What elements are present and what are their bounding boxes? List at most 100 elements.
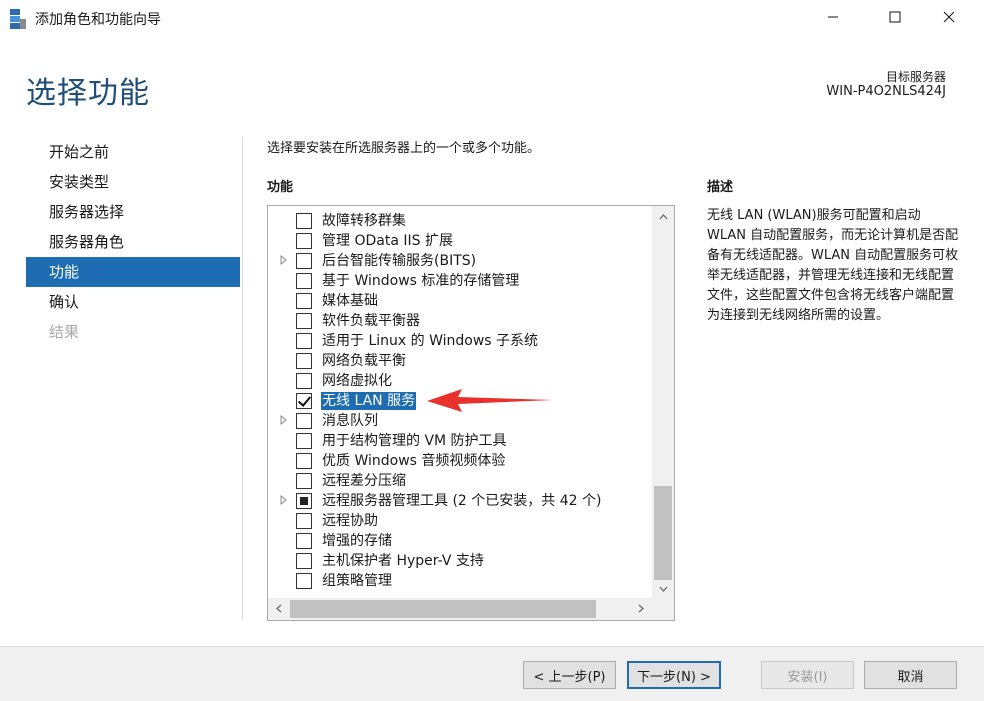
feature-label: 主机保护者 Hyper-V 支持 bbox=[322, 553, 484, 569]
description-text: 无线 LAN (WLAN)服务可配置和启动 WLAN 自动配置服务，而无论计算机… bbox=[707, 208, 959, 323]
feature-checkbox[interactable] bbox=[296, 413, 312, 429]
feature-checkbox[interactable] bbox=[296, 393, 312, 409]
nav-item-features[interactable]: 功能 bbox=[26, 257, 240, 287]
vertical-scroll-thumb[interactable] bbox=[654, 486, 672, 580]
horizontal-scrollbar[interactable] bbox=[268, 598, 674, 620]
feature-checkbox[interactable] bbox=[296, 473, 312, 489]
feature-checkbox[interactable] bbox=[296, 213, 312, 229]
feature-row[interactable]: 后台智能传输服务(BITS) bbox=[268, 251, 652, 271]
window-title: 添加角色和功能向导 bbox=[35, 12, 161, 28]
feature-row[interactable]: 适用于 Linux 的 Windows 子系统 bbox=[268, 331, 652, 351]
feature-checkbox[interactable] bbox=[296, 253, 312, 269]
feature-label: 组策略管理 bbox=[322, 573, 392, 589]
chevron-down-icon bbox=[659, 580, 668, 596]
feature-row[interactable]: 无线 LAN 服务 bbox=[268, 391, 652, 411]
expand-triangle-icon[interactable] bbox=[280, 414, 290, 427]
feature-checkbox[interactable] bbox=[296, 493, 312, 509]
expand-triangle-icon[interactable] bbox=[280, 494, 290, 507]
feature-checkbox[interactable] bbox=[296, 453, 312, 469]
nav-item-confirmation[interactable]: 确认 bbox=[26, 287, 240, 317]
feature-row[interactable]: 增强的存储 bbox=[268, 531, 652, 551]
feature-label: 远程协助 bbox=[322, 513, 378, 529]
scroll-up-arrow[interactable] bbox=[652, 206, 674, 226]
scroll-right-arrow[interactable] bbox=[630, 598, 652, 620]
maximize-icon bbox=[889, 11, 901, 27]
features-list[interactable]: 故障转移群集管理 OData IIS 扩展后台智能传输服务(BITS) 基于 Wi… bbox=[267, 205, 675, 621]
feature-label: 媒体基础 bbox=[322, 293, 378, 309]
feature-row[interactable]: 网络负载平衡 bbox=[268, 351, 652, 371]
feature-label: 后台智能传输服务(BITS) bbox=[322, 253, 477, 269]
feature-row[interactable]: 媒体基础 bbox=[268, 291, 652, 311]
feature-row[interactable]: 软件负载平衡器 bbox=[268, 311, 652, 331]
feature-label: 软件负载平衡器 bbox=[322, 313, 420, 329]
scroll-down-arrow[interactable] bbox=[652, 578, 674, 598]
vertical-scrollbar[interactable] bbox=[652, 206, 674, 598]
server-manager-icon bbox=[9, 8, 27, 30]
feature-checkbox[interactable] bbox=[296, 373, 312, 389]
feature-checkbox[interactable] bbox=[296, 353, 312, 369]
target-server-name: WIN-P4O2NLS424J bbox=[826, 84, 946, 99]
feature-label: 网络负载平衡 bbox=[322, 353, 406, 369]
feature-row[interactable]: 远程差分压缩 bbox=[268, 471, 652, 491]
feature-checkbox[interactable] bbox=[296, 573, 312, 589]
feature-row[interactable]: 主机保护者 Hyper-V 支持 bbox=[268, 551, 652, 571]
target-server-label: 目标服务器 bbox=[885, 70, 946, 84]
nav-item-before-you-begin[interactable]: 开始之前 bbox=[26, 137, 240, 167]
maximize-button[interactable] bbox=[872, 0, 918, 38]
chevron-left-icon bbox=[276, 601, 282, 617]
feature-row[interactable]: 用于结构管理的 VM 防护工具 bbox=[268, 431, 652, 451]
feature-row[interactable]: 远程服务器管理工具 (2 个已安装，共 42 个) bbox=[268, 491, 652, 511]
description-heading: 描述 bbox=[707, 180, 734, 195]
scroll-left-arrow[interactable] bbox=[268, 598, 290, 620]
feature-checkbox[interactable] bbox=[296, 533, 312, 549]
feature-checkbox[interactable] bbox=[296, 313, 312, 329]
title-bar: 添加角色和功能向导 bbox=[0, 0, 984, 38]
cancel-button[interactable]: 取消 bbox=[864, 661, 957, 689]
feature-row[interactable]: 消息队列 bbox=[268, 411, 652, 431]
nav-item-server-selection[interactable]: 服务器选择 bbox=[26, 197, 240, 227]
feature-checkbox[interactable] bbox=[296, 233, 312, 249]
feature-checkbox[interactable] bbox=[296, 553, 312, 569]
nav-item-installation-type[interactable]: 安装类型 bbox=[26, 167, 240, 197]
chevron-up-icon bbox=[659, 208, 668, 224]
feature-row[interactable]: 基于 Windows 标准的存储管理 bbox=[268, 271, 652, 291]
feature-row[interactable]: 故障转移群集 bbox=[268, 211, 652, 231]
next-button[interactable]: 下一步(N) > bbox=[627, 661, 721, 689]
feature-row[interactable]: 优质 Windows 音频视频体验 bbox=[268, 451, 652, 471]
feature-label: 无线 LAN 服务 bbox=[321, 392, 417, 410]
feature-label: 基于 Windows 标准的存储管理 bbox=[322, 273, 520, 289]
instruction-text: 选择要安装在所选服务器上的一个或多个功能。 bbox=[267, 141, 541, 156]
feature-label: 网络虚拟化 bbox=[322, 373, 392, 389]
feature-checkbox[interactable] bbox=[296, 333, 312, 349]
horizontal-scroll-thumb[interactable] bbox=[290, 600, 596, 618]
feature-label: 管理 OData IIS 扩展 bbox=[322, 233, 453, 249]
feature-row[interactable]: 远程协助 bbox=[268, 511, 652, 531]
feature-label: 远程差分压缩 bbox=[322, 473, 406, 489]
close-button[interactable] bbox=[926, 0, 972, 38]
previous-button[interactable]: < 上一步(P) bbox=[523, 661, 616, 689]
nav-item-server-roles[interactable]: 服务器角色 bbox=[26, 227, 240, 257]
feature-label: 用于结构管理的 VM 防护工具 bbox=[322, 433, 507, 449]
feature-checkbox[interactable] bbox=[296, 293, 312, 309]
feature-label: 增强的存储 bbox=[322, 533, 392, 549]
minimize-icon bbox=[827, 11, 839, 27]
feature-label: 故障转移群集 bbox=[322, 213, 406, 229]
minimize-button[interactable] bbox=[810, 0, 856, 38]
page-title: 选择功能 bbox=[26, 76, 150, 111]
expand-triangle-icon[interactable] bbox=[280, 254, 290, 267]
feature-checkbox[interactable] bbox=[296, 273, 312, 289]
feature-row[interactable]: 网络虚拟化 bbox=[268, 371, 652, 391]
feature-checkbox[interactable] bbox=[296, 513, 312, 529]
feature-checkbox[interactable] bbox=[296, 433, 312, 449]
features-list-items: 故障转移群集管理 OData IIS 扩展后台智能传输服务(BITS) 基于 Wi… bbox=[268, 211, 652, 591]
feature-label: 消息队列 bbox=[322, 413, 378, 429]
nav-divider bbox=[242, 137, 243, 620]
feature-row[interactable]: 组策略管理 bbox=[268, 571, 652, 591]
feature-label: 优质 Windows 音频视频体验 bbox=[322, 453, 506, 469]
close-icon bbox=[943, 11, 955, 27]
wizard-footer: < 上一步(P) 下一步(N) > 安装(I) 取消 bbox=[0, 646, 984, 701]
nav-item-results: 结果 bbox=[49, 323, 80, 341]
feature-label: 远程服务器管理工具 (2 个已安装，共 42 个) bbox=[322, 493, 602, 509]
feature-row[interactable]: 管理 OData IIS 扩展 bbox=[268, 231, 652, 251]
install-button: 安装(I) bbox=[761, 661, 854, 689]
